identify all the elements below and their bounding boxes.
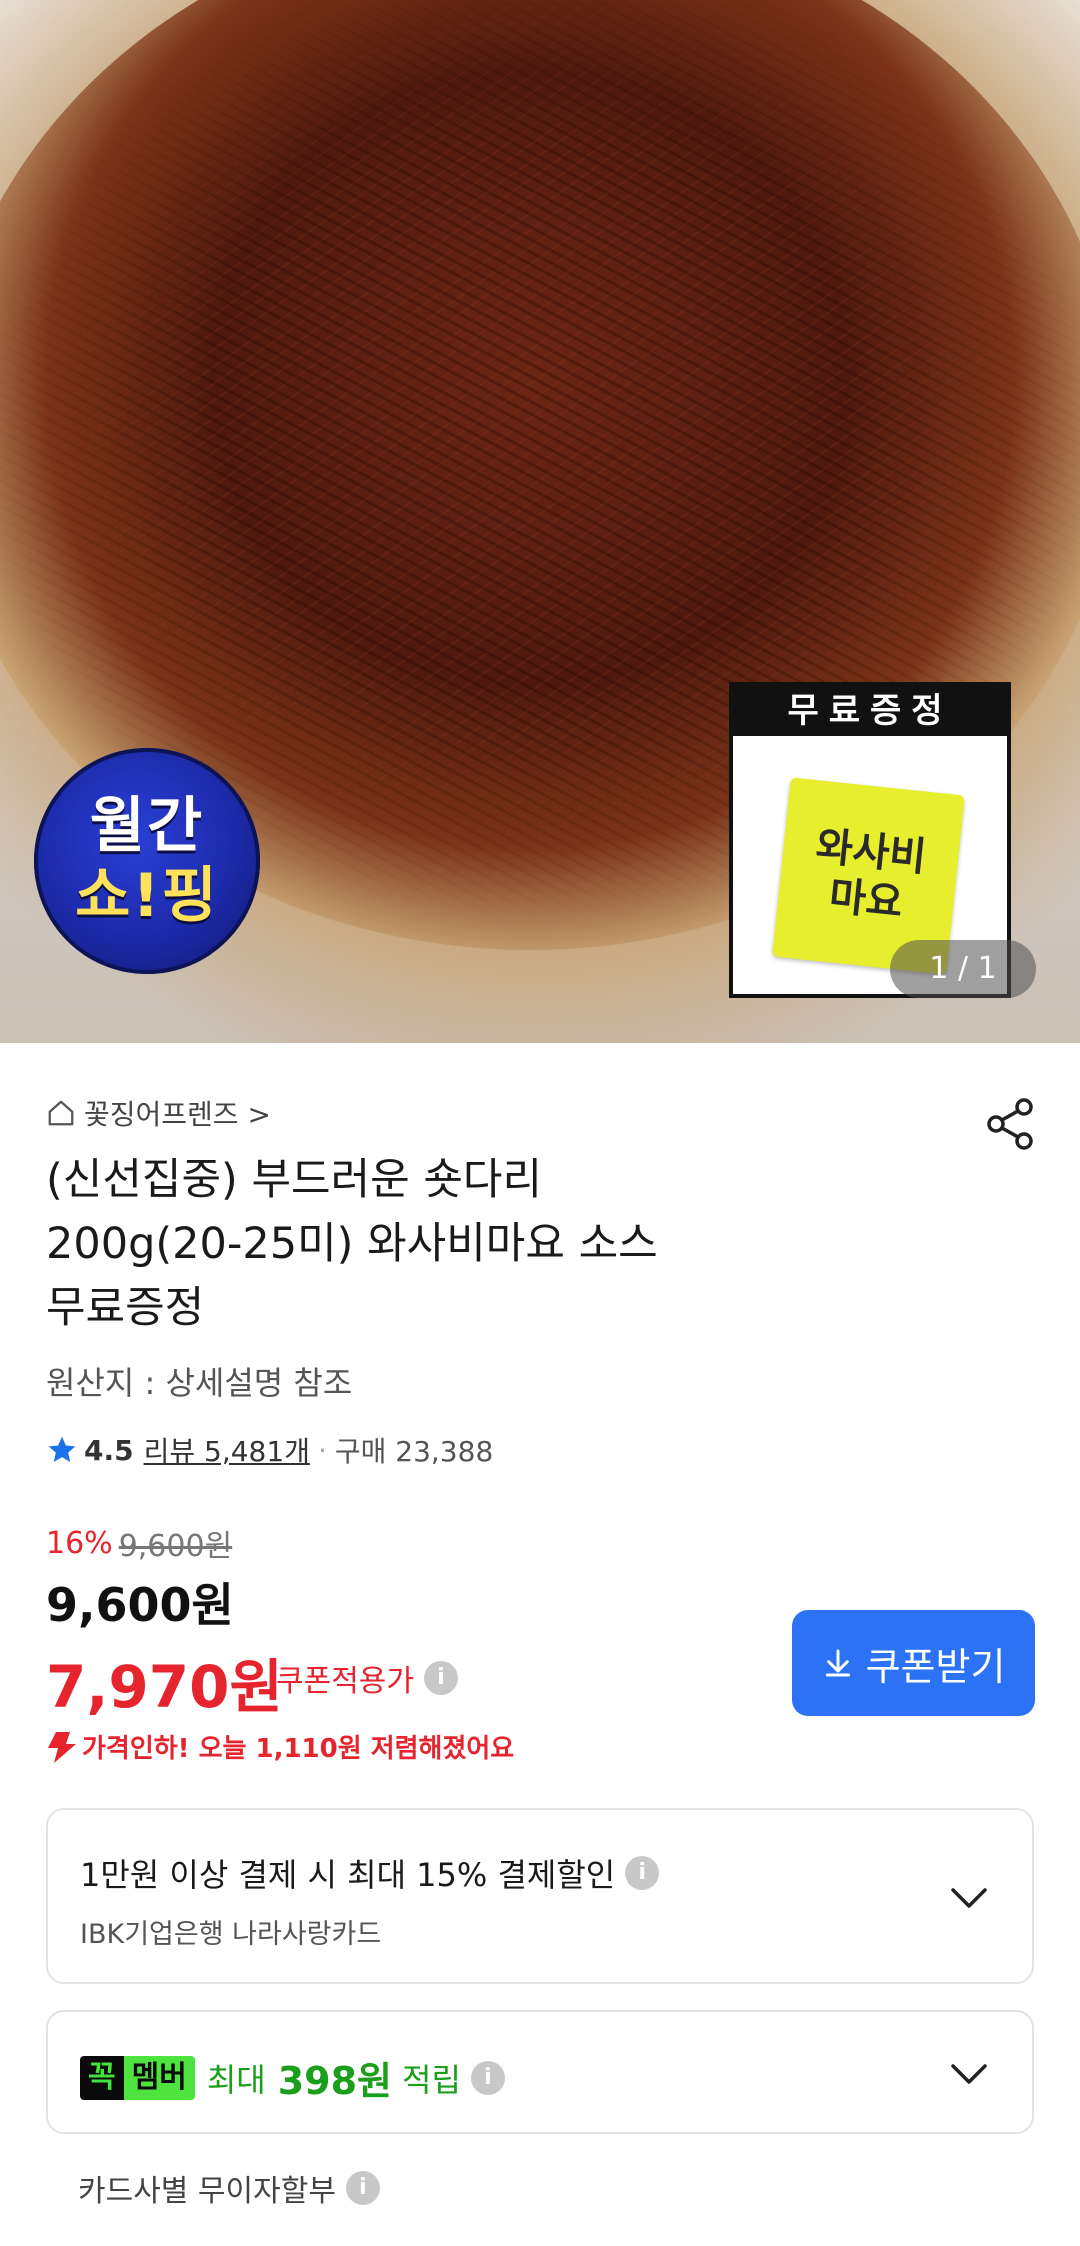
product-image[interactable]: 월간 쇼!핑 무료증정 와사비 마요 1 / 1 <box>0 0 1080 1043</box>
price-drop-text: 가격인하! 오늘 1,110원 저렴해졌어요 <box>82 1734 515 1764</box>
coupon-price: 7,970원 <box>46 1653 283 1721</box>
monthly-shopping-badge: 월간 쇼!핑 <box>34 748 260 974</box>
chevron-down-icon[interactable] <box>950 2062 988 2086</box>
image-counter: 1 / 1 <box>890 940 1036 998</box>
store-link[interactable]: 꽃징어프렌즈 > <box>46 1093 271 1133</box>
download-icon <box>825 1649 850 1677</box>
original-price: 9,600원 <box>118 1529 233 1564</box>
membership-panel[interactable]: 꼭 멤버 최대 398원 적립 i <box>46 2010 1034 2134</box>
coupon-download-button[interactable]: 쿠폰받기 <box>792 1610 1035 1716</box>
badge-line1: 월간 <box>89 791 205 861</box>
separator-dot: · <box>317 1433 327 1467</box>
info-icon[interactable]: i <box>345 2171 380 2205</box>
membership-row: 꼭 멤버 최대 398원 적립 i <box>80 2050 505 2105</box>
card-discount-panel[interactable]: 1만원 이상 결제 시 최대 15% 결제할인 i IBK기업은행 나라사랑카드 <box>46 1808 1034 1984</box>
price-down-arrow-icon <box>48 1731 76 1763</box>
installment-text: 카드사별 무이자할부 <box>78 2174 336 2209</box>
discount-percent: 16% <box>46 1525 113 1561</box>
rating-score: 4.5 <box>84 1433 134 1467</box>
membership-accum: 적립 <box>402 2060 461 2099</box>
chevron-down-icon[interactable] <box>950 1886 988 1910</box>
membership-badge-b: 멤버 <box>123 2055 195 2100</box>
share-icon[interactable] <box>985 1098 1035 1150</box>
membership-max: 최대 <box>206 2060 266 2099</box>
card-discount-title: 1만원 이상 결제 시 최대 15% 결제할인 i <box>80 1850 660 1896</box>
sale-price: 9,600원 <box>46 1578 234 1632</box>
price-drop-notice: 가격인하! 오늘 1,110원 저렴해졌어요 <box>46 1728 514 1765</box>
info-icon[interactable]: i <box>470 2060 505 2095</box>
coupon-button-label: 쿠폰받기 <box>865 1644 1006 1689</box>
rating-row: 4.5 리뷰 5,481개 · 구매 23,388 <box>46 1430 493 1470</box>
coupon-label-text: 쿠폰적용가 <box>276 1664 414 1699</box>
title-line1: (신선집중) 부드러운 숏다리 <box>46 1155 543 1205</box>
membership-badge-a: 꼭 <box>80 2055 124 2100</box>
membership-amount: 398원 <box>277 2059 392 2103</box>
origin-text: 원산지 : 상세설명 참조 <box>46 1364 353 1402</box>
product-title: (신선집중) 부드러운 숏다리 200g(20-25미) 와사비마요 소스 무료… <box>46 1148 946 1340</box>
purchase-count: 구매 23,388 <box>334 1435 494 1468</box>
badge-line2: 쇼!핑 <box>75 861 219 931</box>
title-line2: 200g(20-25미) 와사비마요 소스 <box>46 1219 658 1269</box>
coupon-price-label: 쿠폰적용가 i <box>276 1656 458 1700</box>
discount-row: 16% 9,600원 <box>46 1521 232 1565</box>
title-line3: 무료증정 <box>46 1283 205 1333</box>
review-link[interactable]: 리뷰 5,481개 <box>144 1430 310 1470</box>
star-icon <box>48 1436 76 1462</box>
membership-badge: 꼭 멤버 <box>80 2055 195 2100</box>
home-icon <box>48 1100 74 1126</box>
info-icon[interactable]: i <box>424 1661 458 1695</box>
sachet-line2: 마요 <box>826 873 905 927</box>
info-icon[interactable]: i <box>625 1856 660 1890</box>
card-name: IBK기업은행 나라사랑카드 <box>80 1919 382 1950</box>
store-name: 꽃징어프렌즈 > <box>84 1098 271 1131</box>
free-gift-title: 무료증정 <box>733 686 1007 736</box>
card-discount-text: 1만원 이상 결제 시 최대 15% 결제할인 <box>80 1856 616 1894</box>
installment-row: 카드사별 무이자할부 i <box>78 2166 380 2210</box>
